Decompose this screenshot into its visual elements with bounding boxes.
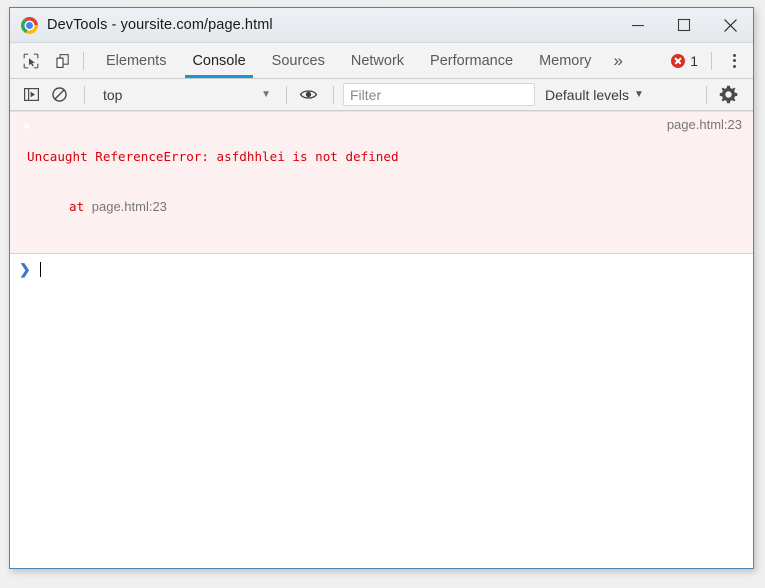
console-output: Uncaught ReferenceError: asfdhhlei is no… bbox=[10, 111, 753, 568]
tab-bar-right-divider bbox=[711, 51, 712, 70]
tab-elements[interactable]: Elements bbox=[93, 43, 179, 78]
console-toolbar-divider-2 bbox=[286, 85, 287, 104]
inspect-element-button[interactable] bbox=[20, 50, 42, 72]
eye-icon bbox=[299, 90, 317, 99]
tab-network[interactable]: Network bbox=[338, 43, 417, 78]
console-sidebar-icon bbox=[23, 87, 39, 102]
tab-bar-divider bbox=[83, 51, 84, 70]
tab-sources[interactable]: Sources bbox=[259, 43, 338, 78]
minimize-icon bbox=[632, 25, 644, 27]
error-stack-line: at page.html:23 bbox=[27, 199, 399, 216]
close-button[interactable] bbox=[707, 8, 753, 42]
maximize-icon bbox=[677, 18, 691, 32]
console-sidebar-button[interactable] bbox=[19, 83, 43, 107]
device-toolbar-icon bbox=[56, 53, 69, 68]
prompt-chevron-icon: ❯ bbox=[19, 261, 31, 277]
chevron-down-icon: ▼ bbox=[261, 89, 271, 100]
window-controls bbox=[615, 8, 753, 42]
error-stack-source[interactable]: page.html:23 bbox=[92, 199, 167, 214]
devtools-tab-bar: Elements Console Sources Network Perform… bbox=[10, 43, 753, 79]
execution-context-select[interactable]: top ▼ bbox=[94, 83, 277, 106]
error-circle-icon bbox=[671, 53, 686, 68]
devtools-window: DevTools - yoursite.com/page.html Elemen… bbox=[9, 7, 754, 569]
tab-bar-right: 1 bbox=[663, 43, 753, 78]
minimize-button[interactable] bbox=[615, 8, 661, 42]
console-toolbar-divider-4 bbox=[706, 85, 707, 104]
console-toolbar-right bbox=[697, 83, 753, 107]
log-levels-select[interactable]: Default levels ▼ bbox=[545, 87, 644, 103]
execution-context-value: top bbox=[103, 86, 123, 103]
device-toolbar-button[interactable] bbox=[52, 50, 74, 72]
console-error-text: Uncaught ReferenceError: asfdhhlei is no… bbox=[27, 116, 399, 248]
console-toolbar-divider-1 bbox=[84, 85, 85, 104]
live-expression-button[interactable] bbox=[296, 83, 320, 107]
settings-button[interactable] bbox=[716, 83, 740, 107]
console-toolbar: top ▼ Filter Default levels ▼ bbox=[10, 79, 753, 111]
error-stack-keyword: at bbox=[69, 198, 92, 214]
window-title: DevTools - yoursite.com/page.html bbox=[47, 17, 273, 33]
clear-console-icon bbox=[51, 87, 67, 102]
log-levels-label: Default levels bbox=[545, 86, 630, 103]
tab-performance[interactable]: Performance bbox=[417, 43, 526, 78]
maximize-button[interactable] bbox=[661, 8, 707, 42]
more-vertical-icon-dot bbox=[732, 64, 736, 68]
gear-icon bbox=[719, 85, 737, 104]
chevron-down-icon: ▼ bbox=[634, 89, 644, 100]
error-message-line: Uncaught ReferenceError: asfdhhlei is no… bbox=[27, 149, 399, 164]
devtools-tabs: Elements Console Sources Network Perform… bbox=[93, 43, 632, 78]
title-bar-left: DevTools - yoursite.com/page.html bbox=[10, 16, 273, 34]
error-count-label: 1 bbox=[690, 52, 698, 69]
console-toolbar-divider-3 bbox=[333, 85, 334, 104]
filter-input[interactable]: Filter bbox=[343, 83, 535, 106]
tab-memory[interactable]: Memory bbox=[526, 43, 604, 78]
console-prompt[interactable]: ❯ bbox=[10, 258, 753, 280]
error-count-badge[interactable]: 1 bbox=[663, 53, 702, 69]
more-options-button[interactable] bbox=[721, 43, 747, 78]
tab-console[interactable]: Console bbox=[179, 43, 258, 78]
more-vertical-icon-dot bbox=[732, 53, 736, 57]
text-caret bbox=[40, 261, 41, 277]
console-error-message[interactable]: Uncaught ReferenceError: asfdhhlei is no… bbox=[10, 111, 753, 254]
clear-console-button[interactable] bbox=[47, 83, 71, 107]
tab-bar-tools bbox=[10, 43, 74, 78]
more-vertical-icon-dot bbox=[732, 59, 736, 62]
title-bar: DevTools - yoursite.com/page.html bbox=[10, 8, 753, 43]
inspect-element-icon bbox=[23, 53, 39, 68]
error-source-link[interactable]: page.html:23 bbox=[667, 117, 742, 132]
close-icon bbox=[723, 18, 737, 32]
chrome-logo-icon bbox=[21, 16, 38, 34]
more-tabs-chevron-icon[interactable]: » bbox=[604, 43, 631, 78]
